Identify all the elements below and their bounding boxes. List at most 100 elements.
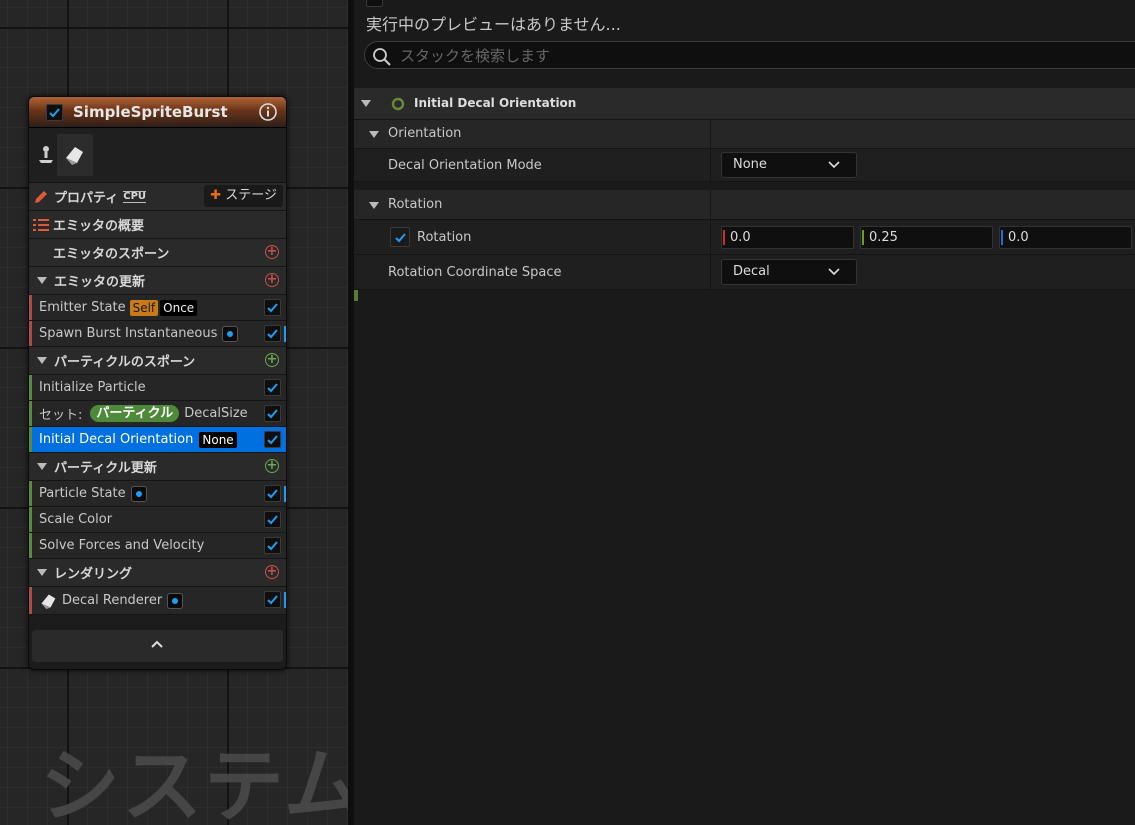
list-icon <box>33 218 49 231</box>
add-stage-button[interactable]: ✚ ステージ <box>204 185 283 207</box>
set-prefix: セット: <box>39 408 83 423</box>
module-enable-checkbox[interactable] <box>264 405 281 422</box>
section-label: エミッタの更新 <box>54 275 146 290</box>
module-label: Particle State <box>39 486 126 501</box>
warning-dot-icon <box>222 325 239 342</box>
tag-none: None <box>199 431 237 448</box>
graph-watermark: システム <box>40 740 348 825</box>
prop-rotation: Rotation 0.0 0.25 0.0 <box>354 220 1135 255</box>
preview-checkbox[interactable] <box>366 0 383 7</box>
tag-once: Once <box>160 299 198 316</box>
decal-renderer-thumbnail[interactable] <box>57 134 93 176</box>
section-rendering[interactable]: レンダリング + <box>29 559 286 587</box>
module-scale-color[interactable]: Scale Color <box>29 507 286 533</box>
section-emitter-update[interactable]: エミッタの更新 + <box>29 267 286 295</box>
check-icon <box>49 108 60 118</box>
chevron-down-icon <box>828 161 840 169</box>
prop-label: Rotation <box>417 230 472 245</box>
module-details: Initial Decal Orientation Orientation De… <box>354 88 1135 301</box>
group-orientation[interactable]: Orientation <box>354 120 1135 149</box>
module-particle-state[interactable]: Particle State <box>29 481 286 507</box>
module-set-decal-size[interactable]: セット: パーティクル DecalSize <box>29 401 286 427</box>
group-label: Rotation <box>388 197 443 212</box>
add-module-icon[interactable]: + <box>265 353 279 367</box>
group-label: Orientation <box>388 126 462 141</box>
collapse-arrow-icon[interactable] <box>369 131 379 138</box>
collapse-arrow-icon[interactable] <box>37 357 47 364</box>
check-icon <box>267 303 278 313</box>
collapse-arrow-icon[interactable] <box>37 277 47 284</box>
prop-label: Decal Orientation Mode <box>388 158 542 173</box>
stack-search-box[interactable] <box>364 41 1135 69</box>
module-enable-checkbox[interactable] <box>264 325 281 342</box>
module-enable-checkbox[interactable] <box>264 591 281 608</box>
prop-label: Rotation Coordinate Space <box>388 265 562 280</box>
chevron-up-icon <box>151 640 163 648</box>
module-spawn-burst[interactable]: Spawn Burst Instantaneous <box>29 321 286 347</box>
rotation-z-field[interactable]: 0.0 <box>999 226 1132 249</box>
collapse-arrow-icon[interactable] <box>361 100 371 107</box>
add-module-icon[interactable]: + <box>265 245 279 259</box>
section-particle-update[interactable]: パーティクル更新 + <box>29 453 286 481</box>
section-label: パーティクル更新 <box>54 461 157 476</box>
decal-orientation-mode-dropdown[interactable]: None <box>721 152 857 178</box>
system-graph-canvas[interactable]: システム SimpleSpriteBurst プロパティ CPU ✚ ステージ … <box>0 0 348 825</box>
preview-status-text: 実行中のプレビューはありません... <box>366 15 621 34</box>
module-enable-checkbox[interactable] <box>264 537 281 554</box>
collapse-arrow-icon[interactable] <box>37 569 47 576</box>
group-rotation[interactable]: Rotation <box>354 190 1135 220</box>
check-icon <box>267 383 278 393</box>
section-emitter-spawn[interactable]: エミッタのスポーン + <box>29 239 286 267</box>
module-label: Decal Renderer <box>62 593 163 608</box>
add-module-icon[interactable]: + <box>265 565 279 579</box>
module-solve-forces[interactable]: Solve Forces and Velocity <box>29 533 286 559</box>
rotation-y-field[interactable]: 0.25 <box>860 226 993 249</box>
module-enable-checkbox[interactable] <box>264 485 281 502</box>
rotation-enable-checkbox[interactable] <box>390 227 410 247</box>
search-icon <box>373 48 391 66</box>
module-label: Emitter State <box>39 300 126 315</box>
module-label: Solve Forces and Velocity <box>39 538 205 553</box>
module-label: Initial Decal Orientation <box>39 432 194 447</box>
module-enable-checkbox[interactable] <box>264 511 281 528</box>
dropdown-value: None <box>733 157 767 172</box>
module-label: DecalSize <box>184 406 248 421</box>
module-label: Initialize Particle <box>39 380 146 395</box>
module-decal-renderer[interactable]: Decal Renderer <box>29 587 286 615</box>
module-initialize-particle[interactable]: Initialize Particle <box>29 375 286 401</box>
module-header[interactable]: Initial Decal Orientation <box>354 88 1135 120</box>
check-icon <box>267 489 278 499</box>
emitter-node[interactable]: SimpleSpriteBurst プロパティ CPU ✚ ステージ エミッタの… <box>28 96 287 670</box>
sim-target-cpu: CPU <box>123 190 147 203</box>
add-module-icon[interactable]: + <box>265 459 279 473</box>
section-emitter-summary[interactable]: エミッタの概要 <box>29 211 286 239</box>
module-initial-decal-orientation[interactable]: Initial Decal Orientation None <box>29 427 286 453</box>
emitter-properties-icon[interactable] <box>34 142 58 166</box>
module-enable-checkbox[interactable] <box>264 299 281 316</box>
add-module-icon[interactable]: + <box>265 273 279 287</box>
section-particle-spawn[interactable]: パーティクルのスポーン + <box>29 347 286 375</box>
selection-marker <box>284 326 286 342</box>
emitter-enable-checkbox[interactable] <box>46 104 63 121</box>
pencil-icon <box>35 190 47 203</box>
prop-decal-orientation-mode: Decal Orientation Mode None <box>354 149 1135 182</box>
emitter-node-header[interactable]: SimpleSpriteBurst <box>29 97 286 128</box>
module-status-icon <box>391 97 405 111</box>
module-emitter-state[interactable]: Emitter State Self Once <box>29 295 286 321</box>
collapse-node-button[interactable] <box>32 630 283 662</box>
check-icon <box>267 435 278 445</box>
collapse-arrow-icon[interactable] <box>369 202 379 209</box>
rotation-x-field[interactable]: 0.0 <box>721 226 854 249</box>
selection-marker <box>284 486 286 502</box>
properties-label[interactable]: プロパティ <box>54 187 118 206</box>
module-title: Initial Decal Orientation <box>414 96 577 110</box>
chevron-down-icon <box>828 268 840 276</box>
module-enable-checkbox[interactable] <box>264 431 281 448</box>
search-input[interactable] <box>398 44 1102 68</box>
rotation-coordinate-space-dropdown[interactable]: Decal <box>721 259 857 285</box>
collapse-arrow-icon[interactable] <box>37 463 47 470</box>
info-icon[interactable] <box>258 102 278 122</box>
field-value: 0.25 <box>869 230 898 245</box>
module-enable-checkbox[interactable] <box>264 379 281 396</box>
selection-details-panel: 実行中のプレビューはありません... Initial Decal Orienta… <box>354 0 1135 825</box>
